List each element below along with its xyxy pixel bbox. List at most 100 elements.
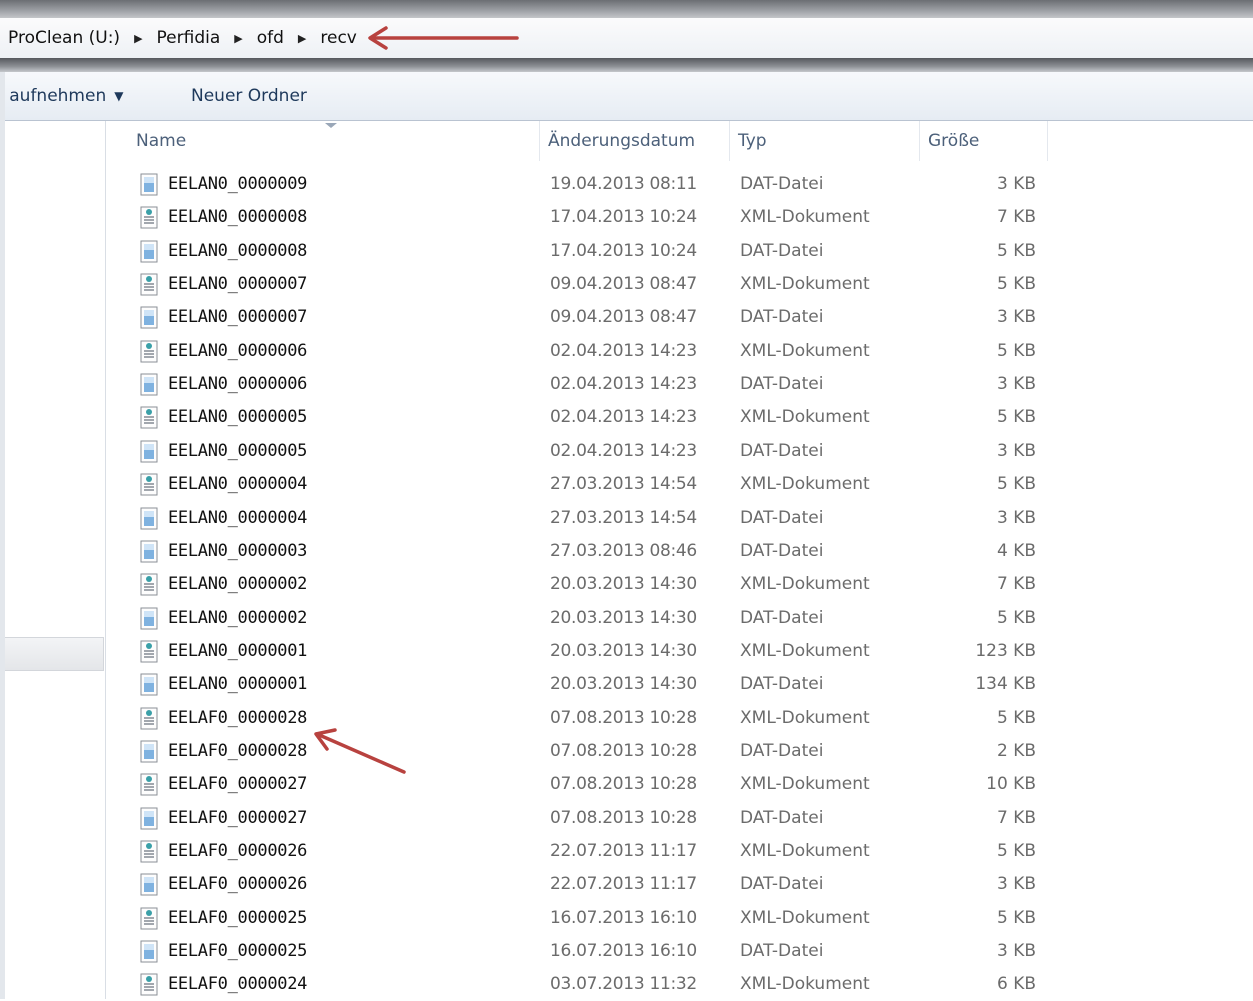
file-date: 20.03.2013 14:30 (550, 574, 697, 595)
file-name: EELAF0_0000025 (168, 907, 308, 928)
file-type: XML-Dokument (740, 207, 870, 228)
breadcrumb-drive[interactable]: ProClean (U:) (0, 18, 128, 58)
file-name: EELAN0_0000002 (168, 574, 308, 595)
file-date: 02.04.2013 14:23 (550, 440, 697, 461)
navigation-pane-selected-item[interactable] (5, 637, 104, 671)
include-in-library-label: k aufnehmen (0, 86, 107, 106)
file-row[interactable]: EELAF0_0000025 16.07.2013 16:10 DAT-Datei 3… (106, 935, 1253, 968)
xml-file-icon (138, 840, 160, 863)
new-folder-button[interactable]: Neuer Ordner (191, 72, 307, 120)
file-date: 07.08.2013 10:28 (550, 740, 697, 761)
dat-file-icon (138, 607, 160, 630)
file-name: EELAF0_0000024 (168, 974, 308, 995)
command-toolbar: k aufnehmen ▼ Neuer Ordner (0, 72, 1253, 121)
column-header-row: Name Änderungsdatum Typ Größe (106, 121, 1253, 161)
file-type: DAT-Datei (740, 807, 824, 828)
breadcrumb-ofd[interactable]: ofd (249, 18, 292, 58)
file-type: DAT-Datei (740, 174, 824, 194)
column-header-size[interactable]: Größe (920, 121, 1048, 161)
file-row[interactable]: EELAN0_0000006 02.04.2013 14:23 DAT-Datei 3… (106, 368, 1253, 401)
xml-file-icon (138, 973, 160, 996)
file-name: EELAN0_0000003 (168, 540, 308, 561)
file-row[interactable]: EELAN0_0000007 09.04.2013 08:47 XML-Dokume… (106, 268, 1253, 301)
file-row[interactable]: EELAN0_0000003 27.03.2013 08:46 DAT-Datei 4… (106, 535, 1253, 568)
file-date: 27.03.2013 08:46 (550, 540, 697, 561)
file-date: 20.03.2013 14:30 (550, 640, 697, 661)
file-type: DAT-Datei (740, 607, 824, 628)
file-row[interactable]: EELAN0_0000001 20.03.2013 14:30 DAT-Datei 1… (106, 668, 1253, 701)
file-row[interactable]: EELAF0_0000027 07.08.2013 10:28 DAT-Datei 7… (106, 802, 1253, 835)
file-row[interactable]: EELAN0_0000008 17.04.2013 10:24 XML-Dokume… (106, 201, 1253, 234)
file-name: EELAN0_0000007 (168, 307, 308, 328)
file-type: DAT-Datei (740, 874, 824, 895)
file-row[interactable]: EELAN0_0000006 02.04.2013 14:23 XML-Dokume… (106, 335, 1253, 368)
file-size: 123 KB (975, 640, 1036, 661)
file-row[interactable]: EELAF0_0000028 07.08.2013 10:28 DAT-Datei 2… (106, 735, 1253, 768)
file-size: 5 KB (996, 274, 1036, 295)
file-size: 134 KB (975, 674, 1036, 695)
file-size: 3 KB (996, 507, 1036, 528)
file-row[interactable]: EELAN0_0000005 02.04.2013 14:23 DAT-Datei 3… (106, 435, 1253, 468)
file-row[interactable]: EELAN0_0000002 20.03.2013 14:30 DAT-Datei 5… (106, 602, 1253, 635)
file-name: EELAF0_0000028 (168, 740, 308, 761)
xml-file-icon (138, 707, 160, 730)
file-name: EELAF0_0000027 (168, 807, 308, 828)
file-row[interactable]: EELAN0_0000001 20.03.2013 14:30 XML-Dokume… (106, 635, 1253, 668)
file-date: 09.04.2013 08:47 (550, 307, 697, 328)
dat-file-icon (138, 807, 160, 830)
file-row[interactable]: EELAN0_0000009 19.04.2013 08:11 DAT-Datei 3… (106, 168, 1253, 201)
file-type: DAT-Datei (740, 507, 824, 528)
file-date: 07.08.2013 10:28 (550, 807, 697, 828)
file-name: EELAF0_0000028 (168, 707, 308, 728)
file-name: EELAN0_0000007 (168, 274, 308, 295)
breadcrumb-separator-icon[interactable]: ▶ (292, 18, 312, 58)
address-bar[interactable]: ProClean (U:) ▶ Perfidia ▶ ofd ▶ recv (0, 18, 1253, 59)
xml-file-icon (138, 340, 160, 363)
breadcrumb-separator-icon[interactable]: ▶ (228, 18, 248, 58)
dat-file-icon (138, 507, 160, 530)
breadcrumb-separator-icon[interactable]: ▶ (128, 18, 148, 58)
file-row[interactable]: EELAF0_0000028 07.08.2013 10:28 XML-Dokume… (106, 702, 1253, 735)
file-size: 7 KB (996, 574, 1036, 595)
navigation-pane[interactable] (5, 121, 106, 999)
file-date: 22.07.2013 11:17 (550, 841, 697, 861)
xml-file-icon (138, 773, 160, 796)
file-name: EELAN0_0000001 (168, 674, 308, 695)
file-date: 20.03.2013 14:30 (550, 607, 697, 628)
file-date: 17.04.2013 10:24 (550, 240, 697, 261)
column-header-type[interactable]: Typ (730, 121, 920, 161)
breadcrumb-recv[interactable]: recv (312, 18, 364, 58)
include-in-library-button[interactable]: k aufnehmen ▼ (0, 72, 123, 120)
file-date: 22.07.2013 11:17 (550, 874, 697, 895)
dat-file-icon (138, 673, 160, 696)
xml-file-icon (138, 473, 160, 496)
file-type: XML-Dokument (740, 407, 870, 428)
file-row[interactable]: EELAF0_0000025 16.07.2013 16:10 XML-Dokume… (106, 902, 1253, 935)
column-header-date[interactable]: Änderungsdatum (540, 121, 730, 161)
xml-file-icon (138, 907, 160, 930)
file-size: 5 KB (996, 474, 1036, 495)
file-date: 02.04.2013 14:23 (550, 340, 697, 361)
file-row[interactable]: EELAF0_0000026 22.07.2013 11:17 DAT-Datei 3… (106, 868, 1253, 901)
file-row[interactable]: EELAF0_0000026 22.07.2013 11:17 XML-Dokume… (106, 835, 1253, 868)
file-row[interactable]: EELAF0_0000024 03.07.2013 11:32 XML-Dokume… (106, 968, 1253, 1001)
file-row[interactable]: EELAN0_0000004 27.03.2013 14:54 XML-Dokume… (106, 468, 1253, 501)
file-size: 10 KB (986, 774, 1036, 795)
file-type: XML-Dokument (740, 974, 870, 995)
dat-file-icon (138, 440, 160, 463)
file-row[interactable]: EELAF0_0000027 07.08.2013 10:28 XML-Dokume… (106, 768, 1253, 801)
file-date: 19.04.2013 08:11 (550, 174, 697, 194)
file-row[interactable]: EELAN0_0000008 17.04.2013 10:24 DAT-Datei 5… (106, 235, 1253, 268)
file-size: 3 KB (996, 307, 1036, 328)
file-date: 07.08.2013 10:28 (550, 774, 697, 795)
file-row[interactable]: EELAN0_0000002 20.03.2013 14:30 XML-Dokume… (106, 568, 1253, 601)
file-type: DAT-Datei (740, 374, 824, 395)
file-name: EELAN0_0000004 (168, 507, 308, 528)
file-date: 16.07.2013 16:10 (550, 907, 697, 928)
file-row[interactable]: EELAN0_0000004 27.03.2013 14:54 DAT-Datei 3… (106, 502, 1253, 535)
file-row[interactable]: EELAN0_0000007 09.04.2013 08:47 DAT-Datei 3… (106, 301, 1253, 334)
file-size: 5 KB (996, 607, 1036, 628)
file-name: EELAN0_0000006 (168, 340, 308, 361)
file-row[interactable]: EELAN0_0000005 02.04.2013 14:23 XML-Dokume… (106, 401, 1253, 434)
breadcrumb-perfidia[interactable]: Perfidia (149, 18, 229, 58)
